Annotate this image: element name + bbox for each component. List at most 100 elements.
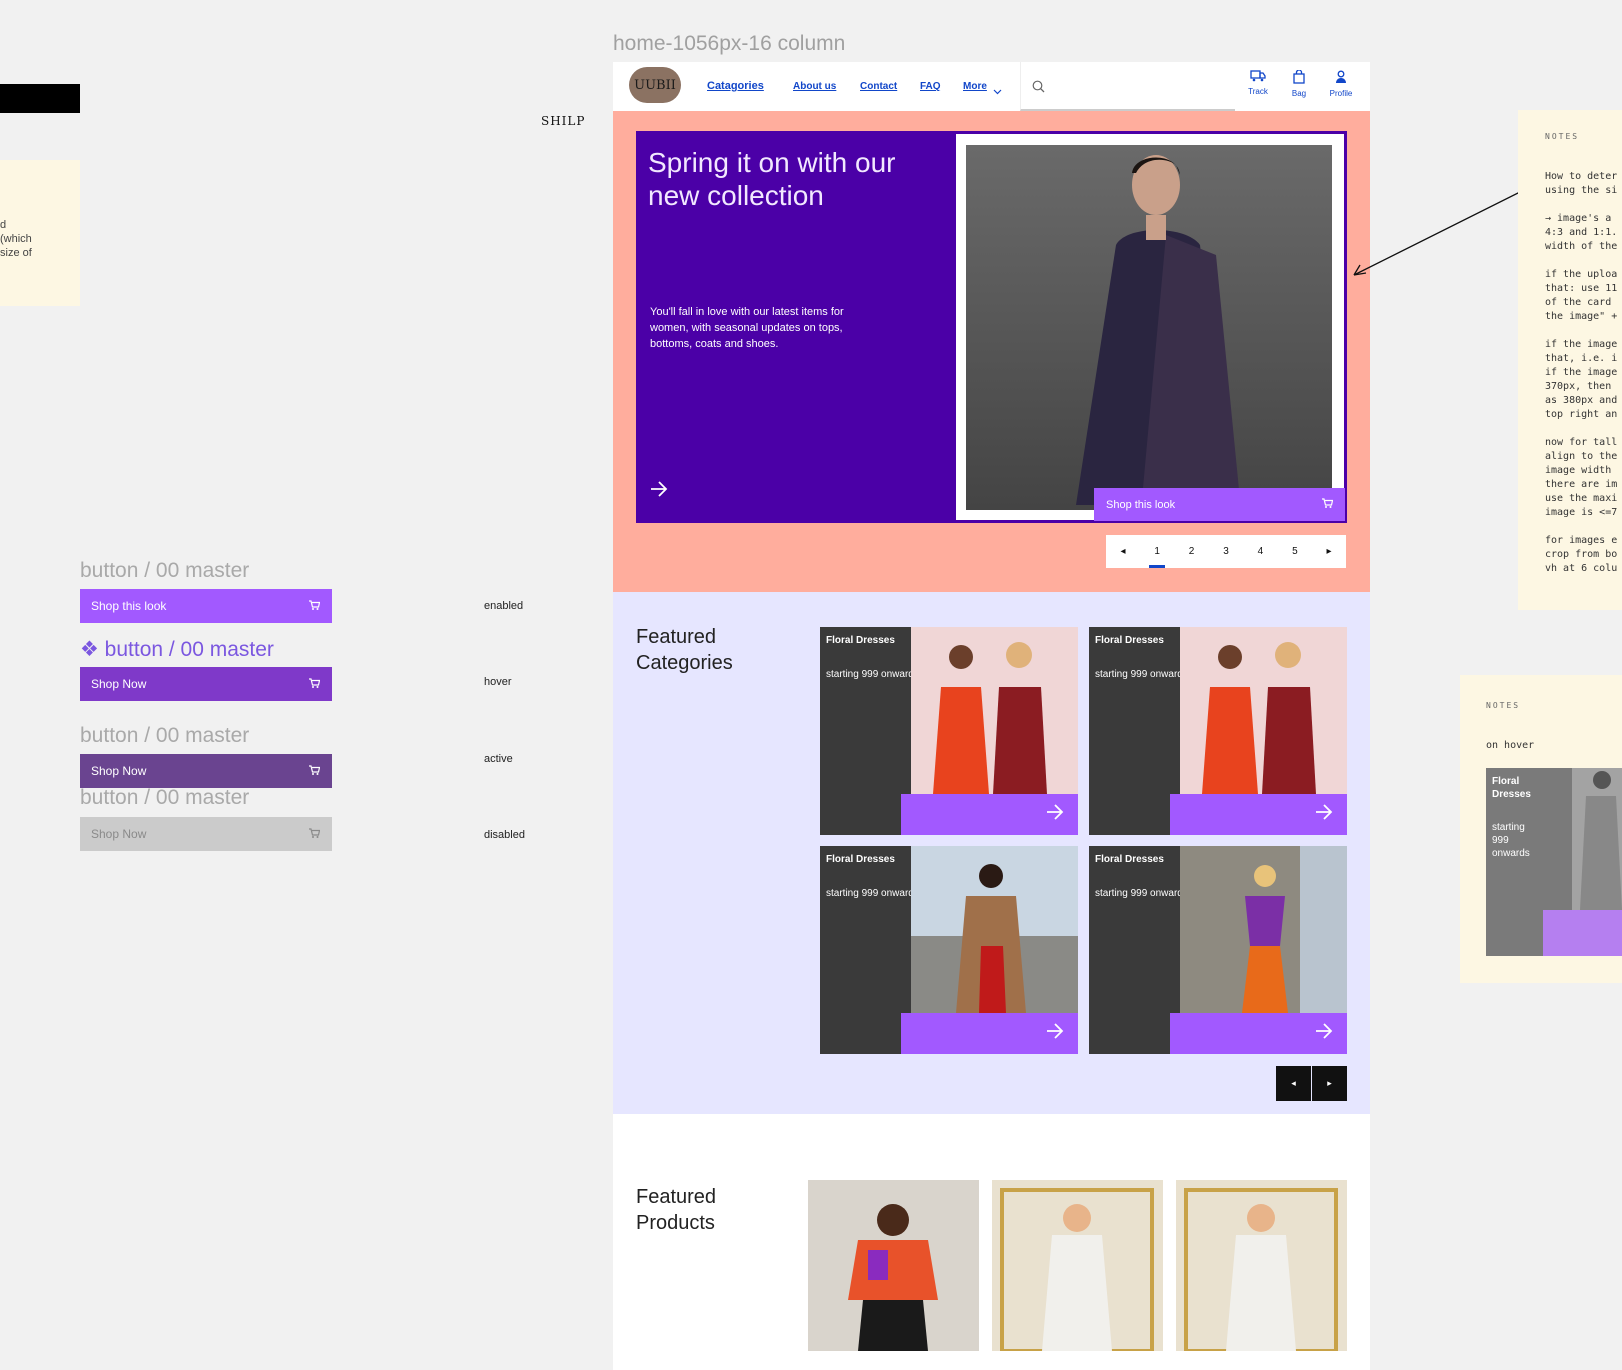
arrow-right-icon <box>1315 804 1333 825</box>
left-note-line: (which <box>0 233 32 245</box>
category-sub: starting 999 onwards <box>1095 669 1188 680</box>
category-go-button[interactable] <box>1543 910 1622 956</box>
category-image <box>911 846 1078 1013</box>
category-go-button[interactable] <box>1170 1013 1347 1054</box>
product-image[interactable] <box>808 1180 979 1351</box>
category-sub: starting 999 onwards <box>1095 888 1188 899</box>
profile-icon <box>1335 70 1347 89</box>
category-image <box>1572 768 1622 910</box>
category-text: Floral Dresses starting 999 onwards <box>1492 775 1542 860</box>
annotation-arrow <box>1353 182 1539 276</box>
featured-categories-title: Featured Categories <box>636 626 733 674</box>
carousel-next-button[interactable]: ▸ <box>1312 1066 1347 1101</box>
bag-button[interactable]: Bag <box>1282 69 1316 98</box>
caret-right-icon[interactable]: ▸ <box>1327 546 1332 557</box>
brand-tag: SHILP <box>541 114 586 128</box>
button-active[interactable]: Shop Now <box>80 754 332 788</box>
component-title-main: ❖ button / 00 master <box>80 638 274 661</box>
category-go-button[interactable] <box>901 794 1078 835</box>
track-label: Track <box>1248 87 1268 96</box>
notes-panel: NOTES How to deter using the si → image'… <box>1518 110 1622 610</box>
arrow-right-icon[interactable] <box>650 481 668 502</box>
component-title: button / 00 master <box>80 724 250 747</box>
notes-heading: NOTES <box>1545 132 1580 141</box>
category-go-button[interactable] <box>901 1013 1078 1054</box>
category-text: Floral Dresses starting 999 onwards <box>826 634 919 681</box>
page-5[interactable]: 5 <box>1292 546 1298 557</box>
nav-link-categories[interactable]: Catagories <box>707 80 764 92</box>
nav-link-faq[interactable]: FAQ <box>920 81 941 92</box>
product-image[interactable] <box>992 1180 1163 1351</box>
page-2[interactable]: 2 <box>1189 546 1195 557</box>
state-label: disabled <box>484 829 525 841</box>
category-text: Floral Dresses starting 999 onwards <box>1095 634 1188 681</box>
caret-left-icon[interactable]: ◂ <box>1120 546 1125 557</box>
category-name: Floral Dresses <box>826 854 895 865</box>
hero-image-frame <box>956 134 1344 520</box>
category-name: Floral Dresses <box>1492 776 1531 800</box>
button-disabled: Shop Now <box>80 817 332 851</box>
cart-icon <box>1321 497 1334 512</box>
arrow-right-icon <box>1046 804 1064 825</box>
profile-button[interactable]: Profile <box>1324 70 1358 98</box>
button-label: Shop Now <box>91 677 147 691</box>
category-image <box>1180 627 1347 794</box>
left-note: d (which size of <box>0 160 80 306</box>
hero-section: Spring it on with our new collection You… <box>613 111 1370 592</box>
truck-icon <box>1250 70 1266 87</box>
category-name: Floral Dresses <box>826 635 895 646</box>
search-icon <box>1032 80 1045 98</box>
top-nav: UUBII Catagories About us Contact FAQ Mo… <box>613 62 1370 111</box>
category-name: Floral Dresses <box>1095 635 1164 646</box>
bag-label: Bag <box>1291 89 1307 98</box>
component-title: button / 00 master <box>80 559 250 582</box>
category-sub: starting 999 onwards <box>1492 822 1530 859</box>
category-text: Floral Dresses starting 999 onwards <box>1095 853 1188 900</box>
category-card[interactable]: Floral Dresses starting 999 onwards <box>820 846 1078 1054</box>
nav-link-more[interactable]: More <box>963 81 987 92</box>
state-label: enabled <box>484 600 524 612</box>
state-label: active <box>484 753 513 765</box>
shop-this-look-button[interactable]: Shop this look <box>1094 488 1345 521</box>
profile-label: Profile <box>1329 89 1353 98</box>
carousel-prev-button[interactable]: ◂ <box>1276 1066 1311 1101</box>
category-go-button[interactable] <box>1170 794 1347 835</box>
notes-body: How to deter using the si → image's a 4:… <box>1545 171 1618 574</box>
page-1[interactable]: 1 <box>1149 546 1165 568</box>
button-label: Shop this look <box>91 599 167 613</box>
component-title: button / 00 master <box>80 786 250 809</box>
left-note-line: d <box>0 219 7 231</box>
state-label: hover <box>484 676 512 688</box>
track-button[interactable]: Track <box>1241 70 1275 96</box>
page-3[interactable]: 3 <box>1223 546 1229 557</box>
chevron-down-icon <box>993 82 1002 100</box>
caret-right-icon: ▸ <box>1327 1078 1332 1088</box>
category-card[interactable]: Floral Dresses starting 999 onwards <box>820 627 1078 835</box>
caret-left-icon: ◂ <box>1291 1078 1296 1088</box>
notes-heading: NOTES <box>1486 701 1521 710</box>
category-image <box>911 627 1078 794</box>
arrow-right-icon <box>1315 1023 1333 1044</box>
page-4[interactable]: 4 <box>1258 546 1264 557</box>
frame-title: home-1056px-16 column <box>613 32 846 55</box>
button-label: Shop Now <box>91 764 147 778</box>
hover-preview-card: Floral Dresses starting 999 onwards <box>1486 768 1622 956</box>
nav-link-contact[interactable]: Contact <box>860 81 897 92</box>
nav-link-about[interactable]: About us <box>793 81 836 92</box>
featured-products-title: Featured Products <box>636 1186 717 1234</box>
category-card[interactable]: Floral Dresses starting 999 onwards <box>1089 627 1347 835</box>
featured-categories-section: Featured Categories Floral Dresses starti… <box>613 592 1370 1114</box>
button-enabled[interactable]: Shop this look <box>80 589 332 623</box>
cart-icon <box>308 599 321 614</box>
hero-card: Spring it on with our new collection You… <box>636 131 1347 523</box>
category-sub: starting 999 onwards <box>826 888 919 899</box>
notes-body: on hover <box>1486 740 1535 751</box>
hero-pagination: ◂ 1 2 3 4 5 ▸ <box>1106 535 1346 568</box>
search-field[interactable] <box>1020 62 1235 111</box>
logo[interactable]: UUBII <box>629 67 681 103</box>
button-label: Shop Now <box>91 827 147 841</box>
cart-icon <box>308 677 321 692</box>
category-card[interactable]: Floral Dresses starting 999 onwards <box>1089 846 1347 1054</box>
button-hover[interactable]: Shop Now <box>80 667 332 701</box>
product-image[interactable] <box>1176 1180 1347 1351</box>
